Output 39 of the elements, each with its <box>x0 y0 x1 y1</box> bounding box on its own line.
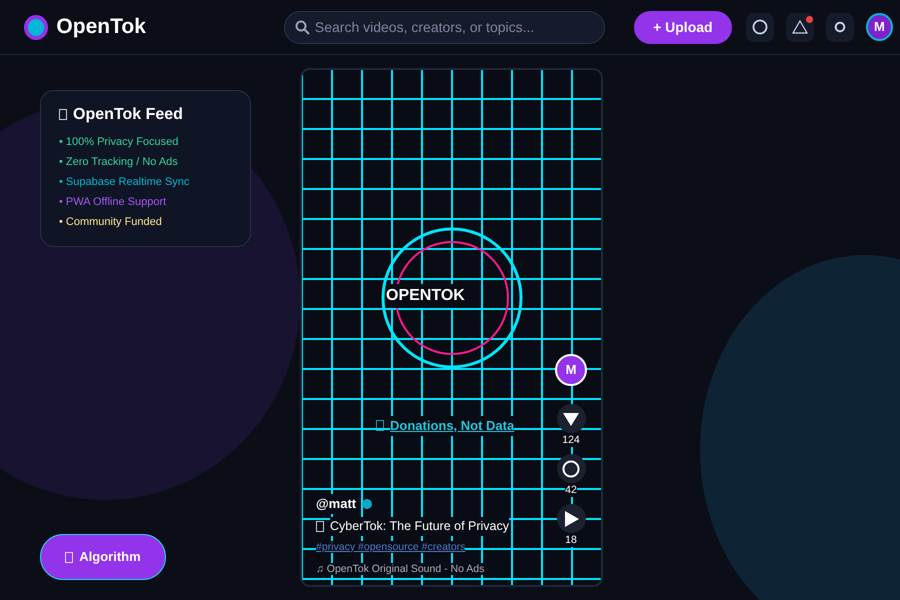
action-count: 42 <box>565 483 577 497</box>
circle-icon <box>752 19 768 35</box>
logo-text: OPENTOK <box>386 284 465 308</box>
algorithm-button[interactable]: Algorithm <box>40 534 166 580</box>
upload-button[interactable]: + Upload <box>634 10 732 44</box>
logo-icon <box>24 14 48 40</box>
share-button[interactable] <box>556 504 586 533</box>
action-count: 18 <box>565 533 577 547</box>
verified-icon <box>362 499 372 509</box>
square-icon <box>376 420 384 432</box>
triangle-icon <box>792 20 808 34</box>
circle-icon <box>562 460 580 478</box>
like-button[interactable] <box>556 404 586 433</box>
comment-button[interactable] <box>556 454 586 483</box>
feature-item: • PWA Offline Support <box>59 195 168 210</box>
down-triangle-icon <box>562 410 580 426</box>
square-icon <box>59 109 67 120</box>
brand-name: OpenTok <box>56 14 146 40</box>
notification-button[interactable] <box>786 12 814 42</box>
panel-title: OpenTok Feed <box>73 105 183 124</box>
feature-item: • 100% Privacy Focused <box>59 135 180 150</box>
action-count: 124 <box>562 433 580 447</box>
feature-item: • Community Funded <box>59 215 163 230</box>
ring-icon <box>834 21 846 33</box>
hashtags-link[interactable]: #privacy #opensource #creators <box>316 540 466 553</box>
play-icon <box>563 510 579 528</box>
video-caption: CyberTok: The Future of Privacy <box>330 517 510 536</box>
feature-item: • Zero Tracking / No Ads <box>59 155 179 170</box>
user-avatar[interactable]: M <box>866 13 893 41</box>
square-icon <box>316 520 324 532</box>
search-icon <box>294 20 310 34</box>
creator-avatar[interactable]: M <box>555 354 587 386</box>
tagline-link[interactable]: Donations, Not Data <box>390 416 514 436</box>
creator-handle[interactable]: @matt <box>316 494 356 514</box>
search-field[interactable]: Search videos, creators, or topics... <box>284 10 605 44</box>
sound-label: ♫ OpenTok Original Sound - No Ads <box>316 562 484 574</box>
settings-button[interactable] <box>826 12 854 42</box>
feature-item: • Supabase Realtime Sync <box>59 175 190 190</box>
circle-button[interactable] <box>746 12 774 42</box>
